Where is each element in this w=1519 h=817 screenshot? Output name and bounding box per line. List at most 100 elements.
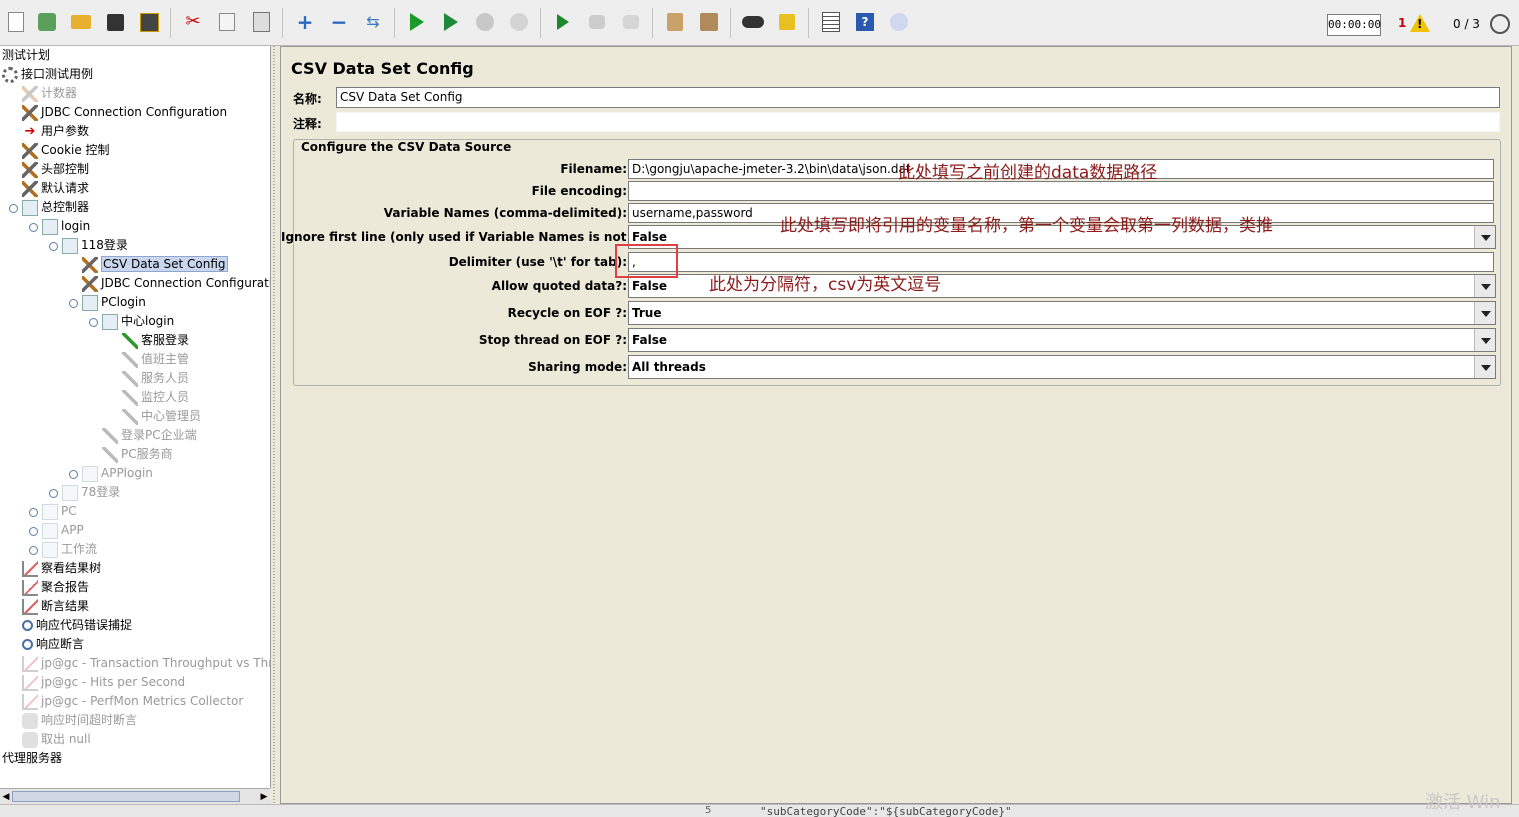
test-plan-tree[interactable]: 测试计划 接口测试用例 计数器 JDBC Connection Configurati… [0, 46, 271, 788]
comment-field[interactable] [336, 112, 1500, 132]
tree-item-label: Cookie 控制 [41, 143, 110, 157]
tree-item[interactable]: 客服登录 [122, 331, 189, 350]
tree-item-label: 响应时间超时断言 [41, 713, 138, 727]
tree-expander-icon[interactable] [49, 242, 58, 251]
tree-item[interactable]: 取出 null [22, 730, 91, 749]
stop-icon[interactable] [471, 7, 499, 37]
tree-expander-icon[interactable] [69, 299, 78, 308]
tree-item[interactable]: Cookie 控制 [22, 141, 110, 160]
clear-icon[interactable] [661, 7, 689, 37]
scroll-left-icon[interactable]: ◀ [0, 789, 12, 805]
remote-stop-icon[interactable] [583, 7, 611, 37]
search-icon[interactable] [739, 7, 767, 37]
tree-item[interactable]: 总控制器 [22, 198, 89, 217]
tree-item[interactable]: PClogin [82, 293, 146, 312]
clear-all-icon[interactable] [695, 7, 723, 37]
tree-item[interactable]: 响应代码错误捕捉 [22, 616, 132, 635]
tree-expander-icon[interactable] [9, 204, 18, 213]
panel-title: CSV Data Set Config [291, 59, 474, 78]
tree-item[interactable]: 代理服务器 [2, 749, 62, 768]
tree-expander-icon[interactable] [49, 489, 58, 498]
log-viewer-icon[interactable] [885, 7, 913, 37]
save-as-icon[interactable] [135, 7, 163, 37]
folder-icon [42, 522, 58, 539]
help-icon[interactable]: ? [851, 7, 879, 37]
tree-item[interactable]: 察看结果树 [22, 559, 101, 578]
start-no-pauses-icon[interactable] [437, 7, 465, 37]
tree-item[interactable]: PC服务商 [102, 445, 173, 464]
tree-item[interactable]: APPlogin [82, 464, 153, 483]
save-icon[interactable] [101, 7, 129, 37]
tree-item[interactable]: JDBC Connection Configuration [22, 103, 227, 122]
tree-item-label: 接口测试用例 [21, 67, 94, 81]
tree-item[interactable]: 测试计划 [2, 46, 50, 65]
tree-item-label: PC服务商 [121, 447, 173, 461]
tree-item[interactable]: PC [42, 502, 77, 521]
tree-item[interactable]: 中心login [102, 312, 174, 331]
tree-item[interactable]: CSV Data Set Config [82, 255, 228, 274]
templates-icon[interactable] [33, 7, 61, 37]
active-threads: 0 / 3 [1453, 17, 1480, 31]
warning-icon[interactable] [1410, 14, 1430, 32]
tree-item[interactable]: 118登录 [62, 236, 128, 255]
tree-item[interactable]: 响应断言 [22, 635, 84, 654]
tree-item[interactable]: jp@gc - Hits per Second [22, 673, 185, 692]
shutdown-icon[interactable] [505, 7, 533, 37]
tree-item[interactable]: login [42, 217, 90, 236]
tree-item[interactable]: 服务人员 [122, 369, 189, 388]
stop-thread-select[interactable]: False [628, 328, 1496, 352]
tree-item[interactable]: 接口测试用例 [2, 65, 93, 84]
tree-item[interactable]: 登录PC企业端 [102, 426, 197, 445]
scroll-thumb[interactable] [12, 791, 240, 802]
tree-expander-icon[interactable] [29, 527, 38, 536]
tree-item[interactable]: 头部控制 [22, 160, 89, 179]
tree-item[interactable]: jp@gc - PerfMon Metrics Collector [22, 692, 243, 711]
tree-item[interactable]: 监控人员 [122, 388, 189, 407]
function-helper-icon[interactable] [817, 7, 845, 37]
remote-shutdown-icon[interactable] [617, 7, 645, 37]
name-field[interactable]: CSV Data Set Config [336, 87, 1500, 108]
collapse-all-icon[interactable]: − [325, 7, 353, 37]
encoding-field[interactable] [628, 181, 1494, 201]
tree-expander-icon[interactable] [29, 508, 38, 517]
remote-start-icon[interactable] [549, 7, 577, 37]
gear-icon [2, 66, 18, 83]
tree-item[interactable]: ➔ 用户参数 [22, 122, 89, 141]
tree-item[interactable]: 聚合报告 [22, 578, 89, 597]
tree-item[interactable]: APP [42, 521, 84, 540]
activation-watermark: 激活 Win [1425, 792, 1501, 813]
reset-search-icon[interactable] [773, 7, 801, 37]
tree-item[interactable]: 工作流 [42, 540, 97, 559]
tree-item[interactable]: 响应时间超时断言 [22, 711, 137, 730]
tree-item[interactable]: 78登录 [62, 483, 120, 502]
expand-all-icon[interactable]: + [291, 7, 319, 37]
recycle-select[interactable]: True [628, 301, 1496, 325]
tree-item[interactable]: JDBC Connection Configuratio [82, 274, 270, 293]
magnifier-icon [22, 620, 33, 631]
tree-item[interactable]: 计数器 [22, 84, 77, 103]
tree-item[interactable]: jp@gc - Transaction Throughput vs Threa [22, 654, 270, 673]
paste-icon[interactable] [247, 7, 275, 37]
tree-expander-icon[interactable] [69, 470, 78, 479]
sampler-icon [122, 389, 138, 406]
delimiter-field[interactable]: , [628, 252, 1494, 272]
tree-horizontal-scrollbar[interactable]: ◀ ▶ [0, 788, 270, 805]
folder-icon [82, 465, 98, 482]
pane-splitter[interactable] [271, 46, 278, 804]
scroll-right-icon[interactable]: ▶ [258, 789, 270, 805]
tree-item-label: 默认请求 [41, 181, 90, 195]
start-icon[interactable] [403, 7, 431, 37]
tree-item[interactable]: 中心管理员 [122, 407, 201, 426]
toggle-icon[interactable]: ⇆ [359, 7, 387, 37]
tree-expander-icon[interactable] [89, 318, 98, 327]
open-icon[interactable] [67, 7, 95, 37]
tree-expander-icon[interactable] [29, 223, 38, 232]
sharing-mode-select[interactable]: All threads [628, 355, 1496, 379]
tree-item[interactable]: 默认请求 [22, 179, 89, 198]
tree-item[interactable]: 断言结果 [22, 597, 89, 616]
cut-icon[interactable]: ✂ [179, 7, 207, 37]
copy-icon[interactable] [213, 7, 241, 37]
tree-expander-icon[interactable] [29, 546, 38, 555]
new-file-icon[interactable] [2, 7, 30, 37]
tree-item[interactable]: 值班主管 [122, 350, 189, 369]
